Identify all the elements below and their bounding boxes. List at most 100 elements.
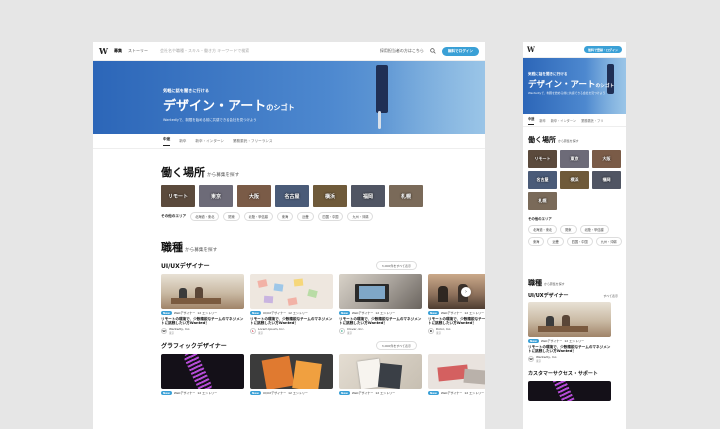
uiux-see-all-link[interactable]: すべて表示 — [603, 294, 618, 298]
uiux-header: UI/UXデザイナー すべて表示 — [528, 292, 618, 299]
hiring-tabs: 中途 新卒 新卒・インターン 業務委託・フリーランス — [93, 134, 485, 149]
workplace-title: 働く場所 から募集を探す — [161, 166, 240, 179]
link-company[interactable]: 採用担当者の方はこちら — [380, 48, 424, 54]
other-areas-label: その他のエリア — [528, 217, 552, 221]
mobile-page: W 無料で登録・ログイン 気軽に話を聞きに行ける デザイン・アートのシゴト Wa… — [523, 42, 626, 429]
tile-nagoya[interactable]: 名古屋 — [528, 171, 557, 189]
wantedly-logo[interactable]: W — [99, 46, 108, 56]
search-input[interactable]: 会社名や職種・スキル・働き方 キーワードで検索 — [160, 48, 374, 54]
graphic-cards: New Webデザイナー 12 エントリー New UI/UXデザイナー 12 エントリ… — [161, 354, 485, 396]
hero-tagline: 気軽に話を聞きに行ける — [528, 72, 568, 76]
chip-area[interactable]: 九州・沖縄 — [595, 237, 622, 246]
jobtype-title: 職種 から募集を探す — [161, 241, 218, 254]
job-card-image — [250, 354, 333, 390]
job-card-title: リモートの環境で、少数精鋭なチームのマネジメントに挑戦したい方Wanted！ — [528, 344, 611, 353]
tab-intern[interactable]: 新卒・インターン — [195, 139, 224, 144]
chip-area[interactable]: 東海 — [528, 237, 545, 246]
hero-title: デザイン・アートのシゴト — [528, 80, 615, 90]
tile-fukuoka[interactable]: 福岡 — [351, 185, 385, 207]
job-card-meta: New Webデザイナー 12 エントリー — [161, 311, 218, 315]
wantedly-logo[interactable]: W — [527, 45, 535, 54]
job-card[interactable]: NewWebデザイナー12 エントリー リモートの環境で、少数精鋭なチームのマネ… — [528, 302, 611, 363]
hero-title: デザイン・アートのシゴト — [163, 99, 295, 114]
job-card-company: W Wantedly, Inc. 東京 — [161, 327, 191, 336]
tab-freelance[interactable]: 業務委託・フリーランス — [233, 139, 272, 144]
hero-tagline: 気軽に話を聞きに行ける — [163, 88, 210, 93]
mobile-hero-banner: 気軽に話を聞きに行ける デザイン・アートのシゴト Wantedlyで、制限を始め… — [523, 58, 626, 114]
tile-yokohama[interactable]: 横浜 — [313, 185, 347, 207]
search-icon[interactable] — [430, 48, 436, 54]
chip-area[interactable]: 北陸・甲信越 — [243, 212, 273, 221]
uiux-see-all-button[interactable]: 3,000件をすべて表示 — [375, 261, 417, 270]
job-card-meta: New Webデザイナー 12 エントリー — [428, 391, 485, 396]
chip-area[interactable]: 東海 — [276, 212, 294, 221]
chip-area[interactable]: 四国・中国 — [317, 212, 344, 221]
uiux-cards: New Webデザイナー 12 エントリー リモートの環境で、少数精鋭なチームのマネ… — [528, 302, 626, 363]
chip-area[interactable]: 北陸・甲信越 — [579, 225, 609, 234]
graphic-header: グラフィックデザイナー 3,000件をすべて表示 — [161, 341, 417, 351]
hero-subtitle: Wantedlyで、制限を始める前に共感できる会社を見つけよう — [528, 91, 606, 95]
login-button[interactable]: 無料で登録・ログイン — [583, 46, 622, 53]
chip-area[interactable]: 近畿 — [297, 212, 314, 221]
job-card[interactable]: NewWebデザイナー12 エントリー リモートの環境で、少数精鋭なチームのマネ… — [161, 274, 244, 335]
job-card-image[interactable] — [528, 381, 611, 402]
job-card-title: リモートの環境で、少数精鋭なチームのマネジメントに挑戦したい方Wanted！ — [428, 316, 485, 325]
tile-sapporo[interactable]: 札幌 — [389, 185, 423, 207]
job-card[interactable]: NewWebデザイナー12 エントリー リモートの環境で、少数精鋭なチームのマネ… — [428, 274, 485, 335]
tab-newgrad[interactable]: 新卒 — [539, 118, 545, 123]
job-card[interactable]: NewWebデザイナー12 エントリー リモートの環境で、少数精鋭なチームのマネ… — [339, 274, 422, 335]
tile-nagoya[interactable]: 名古屋 — [275, 185, 309, 207]
tile-sapporo[interactable]: 札幌 — [528, 192, 557, 210]
chip-area[interactable]: 四国・中国 — [566, 237, 593, 246]
hero-person-image — [376, 65, 388, 113]
mobile-header: W 無料で登録・ログイン — [523, 42, 626, 58]
company-avatar: C — [339, 328, 345, 335]
tab-midcareer[interactable]: 中途 — [163, 137, 171, 146]
job-card-title: リモートの環境で、少数精鋭なチームのマネジメントに挑戦したい方Wanted！ — [161, 316, 244, 325]
chip-area[interactable]: 関東 — [560, 225, 577, 234]
tile-remote[interactable]: リモート — [528, 150, 557, 168]
tab-midcareer[interactable]: 中途 — [528, 116, 535, 125]
job-card[interactable]: New Webデザイナー 12 エントリー — [428, 354, 485, 396]
job-card[interactable]: New UI/UXデザイナー 12 エントリー リモートの環境で、少数精鋭なチームの… — [250, 274, 333, 335]
job-card-meta: New Webデザイナー 12 エントリー — [428, 311, 485, 315]
tile-osaka[interactable]: 大阪 — [237, 185, 271, 207]
tile-yokohama[interactable]: 横浜 — [560, 171, 589, 189]
cs-title: カスタマーサクセス・サポート — [528, 371, 598, 378]
job-card-image — [161, 354, 244, 390]
uiux-cards: New Webデザイナー 12 エントリー リモートの環境で、少数精鋭なチームのマネ… — [161, 274, 485, 335]
chip-area[interactable]: 北海道・東北 — [528, 225, 558, 234]
chip-area[interactable]: 関東 — [223, 212, 240, 221]
tab-intern[interactable]: 新卒・インターン — [551, 118, 576, 123]
job-card[interactable]: New Webデザイナー 12 エントリー — [161, 354, 244, 396]
other-areas-label: その他のエリア — [161, 214, 187, 218]
other-areas: 北海道・東北 関東 北陸・甲信越 東海 近畿 四国・中国 九州・沖縄 — [528, 225, 623, 246]
chip-area[interactable]: 近畿 — [547, 237, 564, 246]
tile-osaka[interactable]: 大阪 — [592, 150, 621, 168]
tile-tokyo[interactable]: 東京 — [560, 150, 589, 168]
job-card[interactable]: New Webデザイナー 12 エントリー — [339, 354, 422, 396]
tab-freelance[interactable]: 業務委託・フリ — [581, 118, 603, 123]
login-button[interactable]: 無料でログイン — [441, 46, 479, 56]
workplace-tiles: リモート 東京 大阪 名古屋 横浜 福岡 札幌 — [161, 185, 481, 207]
workplace-section: 働く場所 から募集を探す リモート 東京 大阪 名古屋 横浜 福岡 札幌 その他の… — [161, 164, 481, 221]
job-card-company: W Wantedly, Inc. 東京 — [528, 355, 558, 364]
nav-recruit[interactable]: 募集 — [114, 48, 122, 54]
job-card-company: L Lorem Ipsum, Inc. 東京 — [250, 327, 333, 335]
jobtype-section: 職種 から募集を探す UI/UXデザイナー 3,000件をすべて表示 New Web… — [161, 239, 485, 396]
chip-area[interactable]: 北海道・東北 — [190, 212, 220, 221]
job-card-meta: New Webデザイナー 12 エントリー — [339, 311, 396, 315]
tile-tokyo[interactable]: 東京 — [199, 185, 233, 207]
tab-newgrad[interactable]: 新卒 — [179, 139, 186, 144]
job-card-image — [428, 274, 485, 309]
job-card[interactable]: New UI/UXデザイナー 12 エントリー — [250, 354, 333, 396]
tile-remote[interactable]: リモート — [161, 185, 195, 207]
chip-area[interactable]: 九州・沖縄 — [347, 212, 374, 221]
nav-story[interactable]: ストーリー — [128, 48, 148, 54]
tile-fukuoka[interactable]: 福岡 — [592, 171, 621, 189]
hero-person-legs — [378, 111, 381, 129]
graphic-see-all-button[interactable]: 3,000件をすべて表示 — [375, 341, 417, 351]
carousel-next-button[interactable]: › — [461, 287, 471, 297]
job-card-image — [339, 354, 422, 390]
job-card-company: D Dolor, Inc. 東京 — [428, 327, 452, 336]
